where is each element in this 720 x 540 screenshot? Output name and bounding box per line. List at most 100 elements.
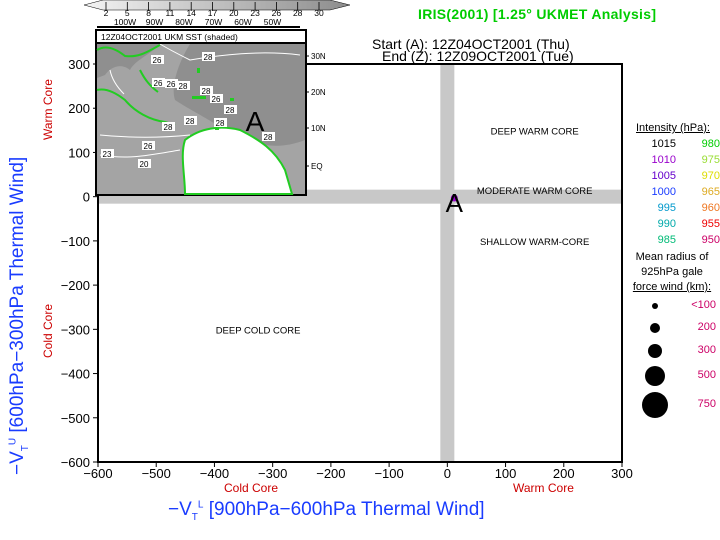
x-tick-label: 300	[611, 466, 633, 481]
y-warm-core-label: Warm Core	[41, 79, 55, 140]
colorbar-tick-label: 2	[104, 8, 109, 18]
sst-contour-label: 26	[153, 56, 162, 65]
colorbar-tick-label: 23	[250, 8, 260, 18]
sst-inset-map: 26 2826 26 2828262828282826232028 A 12Z04OC…	[95, 29, 326, 196]
intensity-legend-title: Intensity (hPa):	[636, 122, 710, 134]
sst-contour-label: 26	[154, 79, 163, 88]
x-warm-core-label: Warm Core	[513, 481, 574, 495]
radius-legend-label: 200	[697, 321, 716, 333]
radius-legend-entry: 500	[624, 362, 720, 390]
y-tick-label: 0	[83, 190, 90, 205]
y-tick-label: −200	[61, 278, 90, 293]
intensity-legend-entry: 950	[701, 234, 720, 246]
intensity-legend-entry: 955	[701, 218, 720, 230]
x-axis-label: −VTL [900hPa−600hPa Thermal Wind]	[168, 499, 485, 523]
sst-contour-label: 26	[212, 95, 221, 104]
y-tick-label: 300	[68, 57, 90, 72]
y-tick-label: −500	[61, 411, 90, 426]
intensity-legend-entry: 975	[701, 154, 720, 166]
y-tick-label: −100	[61, 234, 90, 249]
radius-legend-entry: <100	[624, 295, 720, 317]
intensity-legend-entry: 970	[701, 170, 720, 182]
y-tick-label: −400	[61, 367, 90, 382]
sst-contour-label: 28	[216, 119, 225, 128]
sst-contour-label: 28	[264, 133, 273, 142]
radius-dot-icon	[642, 392, 668, 418]
intensity-legend-entry: 965	[701, 186, 720, 198]
longitude-label: 60W	[234, 17, 251, 27]
radius-dot-icon	[645, 366, 665, 386]
inset-title: 12Z04OCT2001 UKM SST (shaded)	[101, 32, 238, 42]
latitude-label: EQ	[311, 162, 323, 171]
sst-contour-label: 26	[144, 142, 153, 151]
radius-dot-icon	[648, 343, 662, 358]
x-tick-label: −500	[142, 466, 171, 481]
longitude-label: 80W	[175, 17, 192, 27]
radius-legend-label: 750	[697, 398, 716, 410]
latitude-label: 20N	[311, 88, 326, 97]
colorbar-tick-label: 30	[314, 8, 324, 18]
sst-contour-label: 28	[186, 117, 195, 126]
intensity-legend-entry: 985	[657, 234, 676, 246]
intensity-legend-entry: 1010	[651, 154, 676, 166]
longitude-label: 90W	[146, 17, 163, 27]
y-axis-label: −VTU [600hPa−300hPa Thermal Wind]	[7, 156, 31, 475]
radius-dot-icon	[650, 323, 660, 333]
longitude-label: 100W	[114, 17, 136, 27]
colorbar-tick-label: 28	[293, 8, 303, 18]
intensity-legend: Intensity (hPa): 1015 980 1010 975 1005 970 10…	[626, 122, 720, 247]
latitude-label: 30N	[311, 52, 326, 61]
colorbar-tick-label: 11	[165, 8, 174, 18]
radius-legend-label: 500	[697, 369, 716, 381]
sst-contour-label: 28	[202, 87, 211, 96]
radius-legend-title: Mean radius of	[635, 251, 709, 263]
region-label: MODERATE WARM CORE	[477, 186, 593, 197]
intensity-legend-entry: 990	[657, 218, 676, 230]
radius-legend-label: 300	[697, 343, 716, 356]
track-point-label: A	[446, 188, 464, 218]
x-cold-core-label: Cold Core	[224, 481, 279, 495]
sst-contour-label: 28	[226, 106, 235, 115]
latitude-label: 10N	[311, 124, 326, 133]
radius-legend: Mean radius of 925hPa gale force wind (km)…	[624, 250, 720, 420]
x-tick-label: −300	[258, 466, 287, 481]
track-points: A	[446, 188, 464, 218]
intensity-legend-entry: 960	[701, 202, 720, 214]
zero-x-band	[440, 64, 455, 462]
radius-dot-icon	[652, 303, 658, 309]
sst-colorbar: 2 5 8 11 14 17 20 23 26 28 30100W 90W 80W 70W 60W 50W	[83, 0, 351, 28]
y-axis: 300 200 100 0 −100 −200 −300 −400 −500 −600	[61, 57, 98, 470]
phase-diagram: 2 5 8 11 14 17 20 23 26 28 30100W 90W 80W 70W 60W 50W −…	[61, 0, 633, 481]
intensity-legend-entry: 995	[657, 202, 676, 214]
radius-legend-title: 925hPa gale	[641, 266, 703, 278]
radius-legend-entry: 300	[624, 339, 720, 362]
x-tick-label: 0	[444, 466, 451, 481]
x-tick-label: 100	[495, 466, 517, 481]
radius-legend-label: <100	[691, 299, 716, 311]
radius-legend-title: force wind (km):	[632, 281, 712, 293]
sst-contour-label: 28	[164, 123, 173, 132]
region-label: DEEP COLD CORE	[216, 325, 301, 336]
y-tick-label: −300	[61, 322, 90, 337]
intensity-legend-entry: 1015	[651, 138, 676, 150]
sst-contour-label: 28	[179, 82, 188, 91]
x-tick-label: −100	[374, 466, 403, 481]
y-tick-label: −600	[61, 455, 90, 470]
sst-contour-label: 23	[103, 150, 112, 159]
region-label: SHALLOW WARM-CORE	[480, 237, 589, 248]
sst-contour-label: 26	[167, 80, 176, 89]
region-label: DEEP WARM CORE	[491, 126, 579, 137]
x-axis: −600 −500 −400 −300 −200 −100 0 100 200 300	[83, 462, 633, 481]
y-tick-label: 100	[68, 145, 90, 160]
sst-contour-label: 20	[140, 160, 149, 169]
intensity-legend-entry: 1005	[651, 170, 676, 182]
x-axis-label-text: [900hPa−600hPa Thermal Wind]	[208, 499, 485, 520]
sst-contour-label: 28	[204, 53, 213, 62]
x-tick-label: 200	[553, 466, 575, 481]
y-cold-core-label: Cold Core	[41, 303, 55, 358]
x-tick-label: −400	[200, 466, 229, 481]
inset-storm-start-marker: A	[246, 106, 265, 137]
intensity-legend-entry: 1000	[651, 186, 676, 198]
y-axis-label-text: [600hPa−300hPa Thermal Wind]	[7, 156, 28, 433]
intensity-legend-entry: 980	[701, 138, 720, 150]
